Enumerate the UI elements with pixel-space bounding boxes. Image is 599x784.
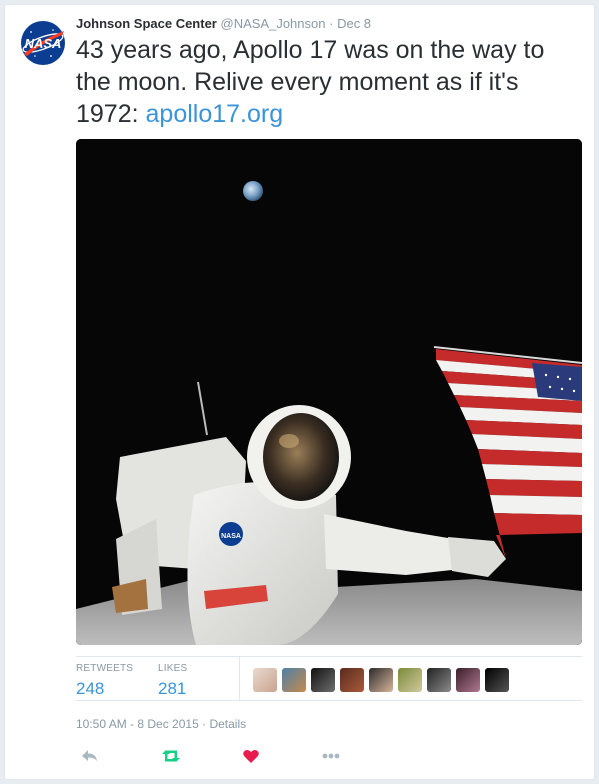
details-link[interactable]: Details [209, 717, 246, 731]
meta-separator: · [202, 717, 207, 731]
retweets-stat[interactable]: RETWEETS 248 [76, 663, 133, 699]
liker-avatar[interactable] [282, 668, 306, 692]
tweet-stats: RETWEETS 248 LIKES 281 [76, 656, 582, 701]
author-handle[interactable]: @NASA_Johnson [221, 16, 326, 31]
tweet-link[interactable]: apollo17.org [146, 100, 284, 128]
svg-text:NASA: NASA [221, 533, 241, 540]
tweet-photo[interactable]: NASA [76, 139, 582, 645]
tweet-meta: 10:50 AM - 8 Dec 2015 · Details [76, 717, 246, 731]
svg-text:NASA: NASA [25, 36, 62, 51]
reply-icon[interactable] [76, 743, 102, 769]
tweet-date[interactable]: Dec 8 [337, 16, 371, 31]
liker-avatar[interactable] [369, 668, 393, 692]
retweet-icon[interactable] [158, 743, 184, 769]
tweet-text: 43 years ago, Apollo 17 was on the way t… [76, 34, 586, 130]
tweet-timestamp[interactable]: 10:50 AM - 8 Dec 2015 [76, 717, 199, 731]
tweet-header: Johnson Space Center @NASA_Johnson · Dec… [76, 16, 371, 31]
liker-avatar[interactable] [253, 668, 277, 692]
header-separator: · [329, 16, 334, 31]
liker-avatar[interactable] [485, 668, 509, 692]
likes-label: LIKES [158, 663, 188, 674]
retweets-label: RETWEETS [76, 663, 134, 674]
liker-avatar[interactable] [311, 668, 335, 692]
nasa-logo-icon[interactable]: NASA [18, 18, 68, 68]
liker-avatar[interactable] [340, 668, 364, 692]
liker-avatar[interactable] [456, 668, 480, 692]
liker-avatar[interactable] [398, 668, 422, 692]
heart-icon[interactable] [238, 743, 264, 769]
author-name[interactable]: Johnson Space Center [76, 16, 217, 31]
likes-stat[interactable]: LIKES 281 [158, 663, 187, 699]
retweets-count[interactable]: 248 [76, 679, 133, 699]
more-icon[interactable] [318, 743, 344, 769]
stats-divider [239, 657, 240, 700]
tweet-actions [76, 743, 376, 769]
liker-avatar[interactable] [427, 668, 451, 692]
likes-count[interactable]: 281 [158, 679, 187, 699]
tweet-card: NASA Johnson Space Center @NASA_Johnson … [4, 4, 595, 780]
